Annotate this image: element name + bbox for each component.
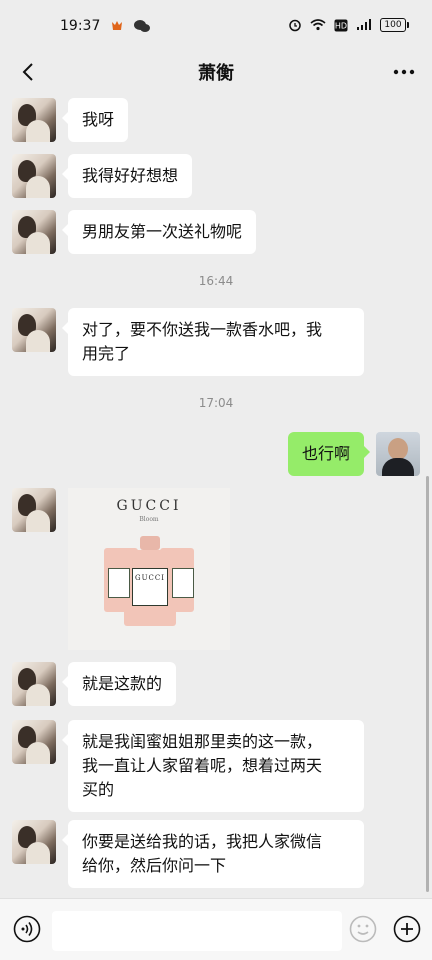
chat-header: 萧衡 <box>0 52 432 92</box>
hd-icon: HD <box>334 19 348 32</box>
contact-avatar[interactable] <box>12 488 56 532</box>
input-bar <box>0 898 432 960</box>
image-sub-text: Bloom <box>139 516 159 523</box>
contact-avatar[interactable] <box>12 210 56 254</box>
chat-list[interactable]: 我呀 我得好好想想 男朋友第一次送礼物呢 16:44 对了，要不你送我一款香水吧… <box>0 92 432 898</box>
message-line: 我一直让人家留着呢，想着过两天 <box>82 756 323 775</box>
scrollbar[interactable] <box>426 476 429 892</box>
contact-avatar[interactable] <box>12 98 56 142</box>
clock-time: 19:37 <box>60 18 101 34</box>
message-bubble[interactable]: 就是我闺蜜姐姐那里卖的这一款， 我一直让人家留着呢，想着过两天 买的 <box>62 720 364 812</box>
my-avatar[interactable] <box>376 432 420 476</box>
contact-avatar[interactable] <box>12 720 56 764</box>
timestamp: 16:44 <box>198 274 234 288</box>
message-bubble[interactable]: 也行啊 <box>287 432 371 476</box>
image-brand-text: GUCCI <box>116 498 182 514</box>
emoji-icon <box>349 915 377 943</box>
perfume-label <box>108 568 130 598</box>
svg-text:HD: HD <box>335 21 347 30</box>
message-line: 你要是送给我的话，我把人家微信 <box>82 832 323 851</box>
emoji-button[interactable] <box>348 914 378 944</box>
message-line: 对了，要不你送我一款香水吧，我 <box>82 320 323 339</box>
signal-icon <box>356 19 372 31</box>
image-message[interactable]: GUCCI Bloom GUCCI <box>68 488 230 650</box>
page-title: 萧衡 <box>198 63 234 84</box>
timestamp: 17:04 <box>198 396 234 410</box>
perfume-bottle: GUCCI <box>124 550 176 626</box>
status-right: HD 100 <box>288 18 409 32</box>
battery-indicator: 100 <box>380 18 409 32</box>
contact-avatar[interactable] <box>12 154 56 198</box>
message-line: 用完了 <box>82 344 131 363</box>
voice-icon <box>13 915 41 943</box>
contact-avatar[interactable] <box>12 308 56 352</box>
app-notification-icon <box>110 19 124 33</box>
message-bubble[interactable]: 我得好好想想 <box>61 154 193 198</box>
message-line: 就是我闺蜜姐姐那里卖的这一款， <box>82 732 323 751</box>
message-bubble[interactable]: 你要是送给我的话，我把人家微信 给你，然后你问一下 <box>62 820 364 888</box>
voice-button[interactable] <box>12 914 42 944</box>
more-options-button[interactable] <box>388 56 420 88</box>
status-bar: 19:37 HD 100 <box>0 0 432 52</box>
contact-avatar[interactable] <box>12 662 56 706</box>
add-icon <box>393 915 421 943</box>
message-bubble[interactable]: 男朋友第一次送礼物呢 <box>61 210 257 254</box>
message-bubble[interactable]: 对了，要不你送我一款香水吧，我 用完了 <box>62 308 364 376</box>
message-line: 给你，然后你问一下 <box>82 856 227 875</box>
wechat-icon <box>134 19 151 33</box>
add-button[interactable] <box>392 914 422 944</box>
message-bubble[interactable]: 就是这款的 <box>61 662 177 706</box>
perfume-label: GUCCI <box>132 568 168 606</box>
chevron-left-icon <box>22 63 33 81</box>
back-button[interactable] <box>12 56 44 88</box>
contact-avatar[interactable] <box>12 820 56 864</box>
wifi-icon <box>310 19 326 31</box>
more-icon <box>393 69 415 75</box>
message-input[interactable] <box>52 911 342 951</box>
alarm-icon <box>288 18 302 32</box>
perfume-cap <box>140 536 160 550</box>
perfume-label <box>172 568 194 598</box>
status-left: 19:37 <box>60 18 151 34</box>
message-bubble[interactable]: 我呀 <box>61 98 129 142</box>
message-line: 买的 <box>82 780 115 799</box>
perfume-label-text: GUCCI <box>135 574 165 582</box>
